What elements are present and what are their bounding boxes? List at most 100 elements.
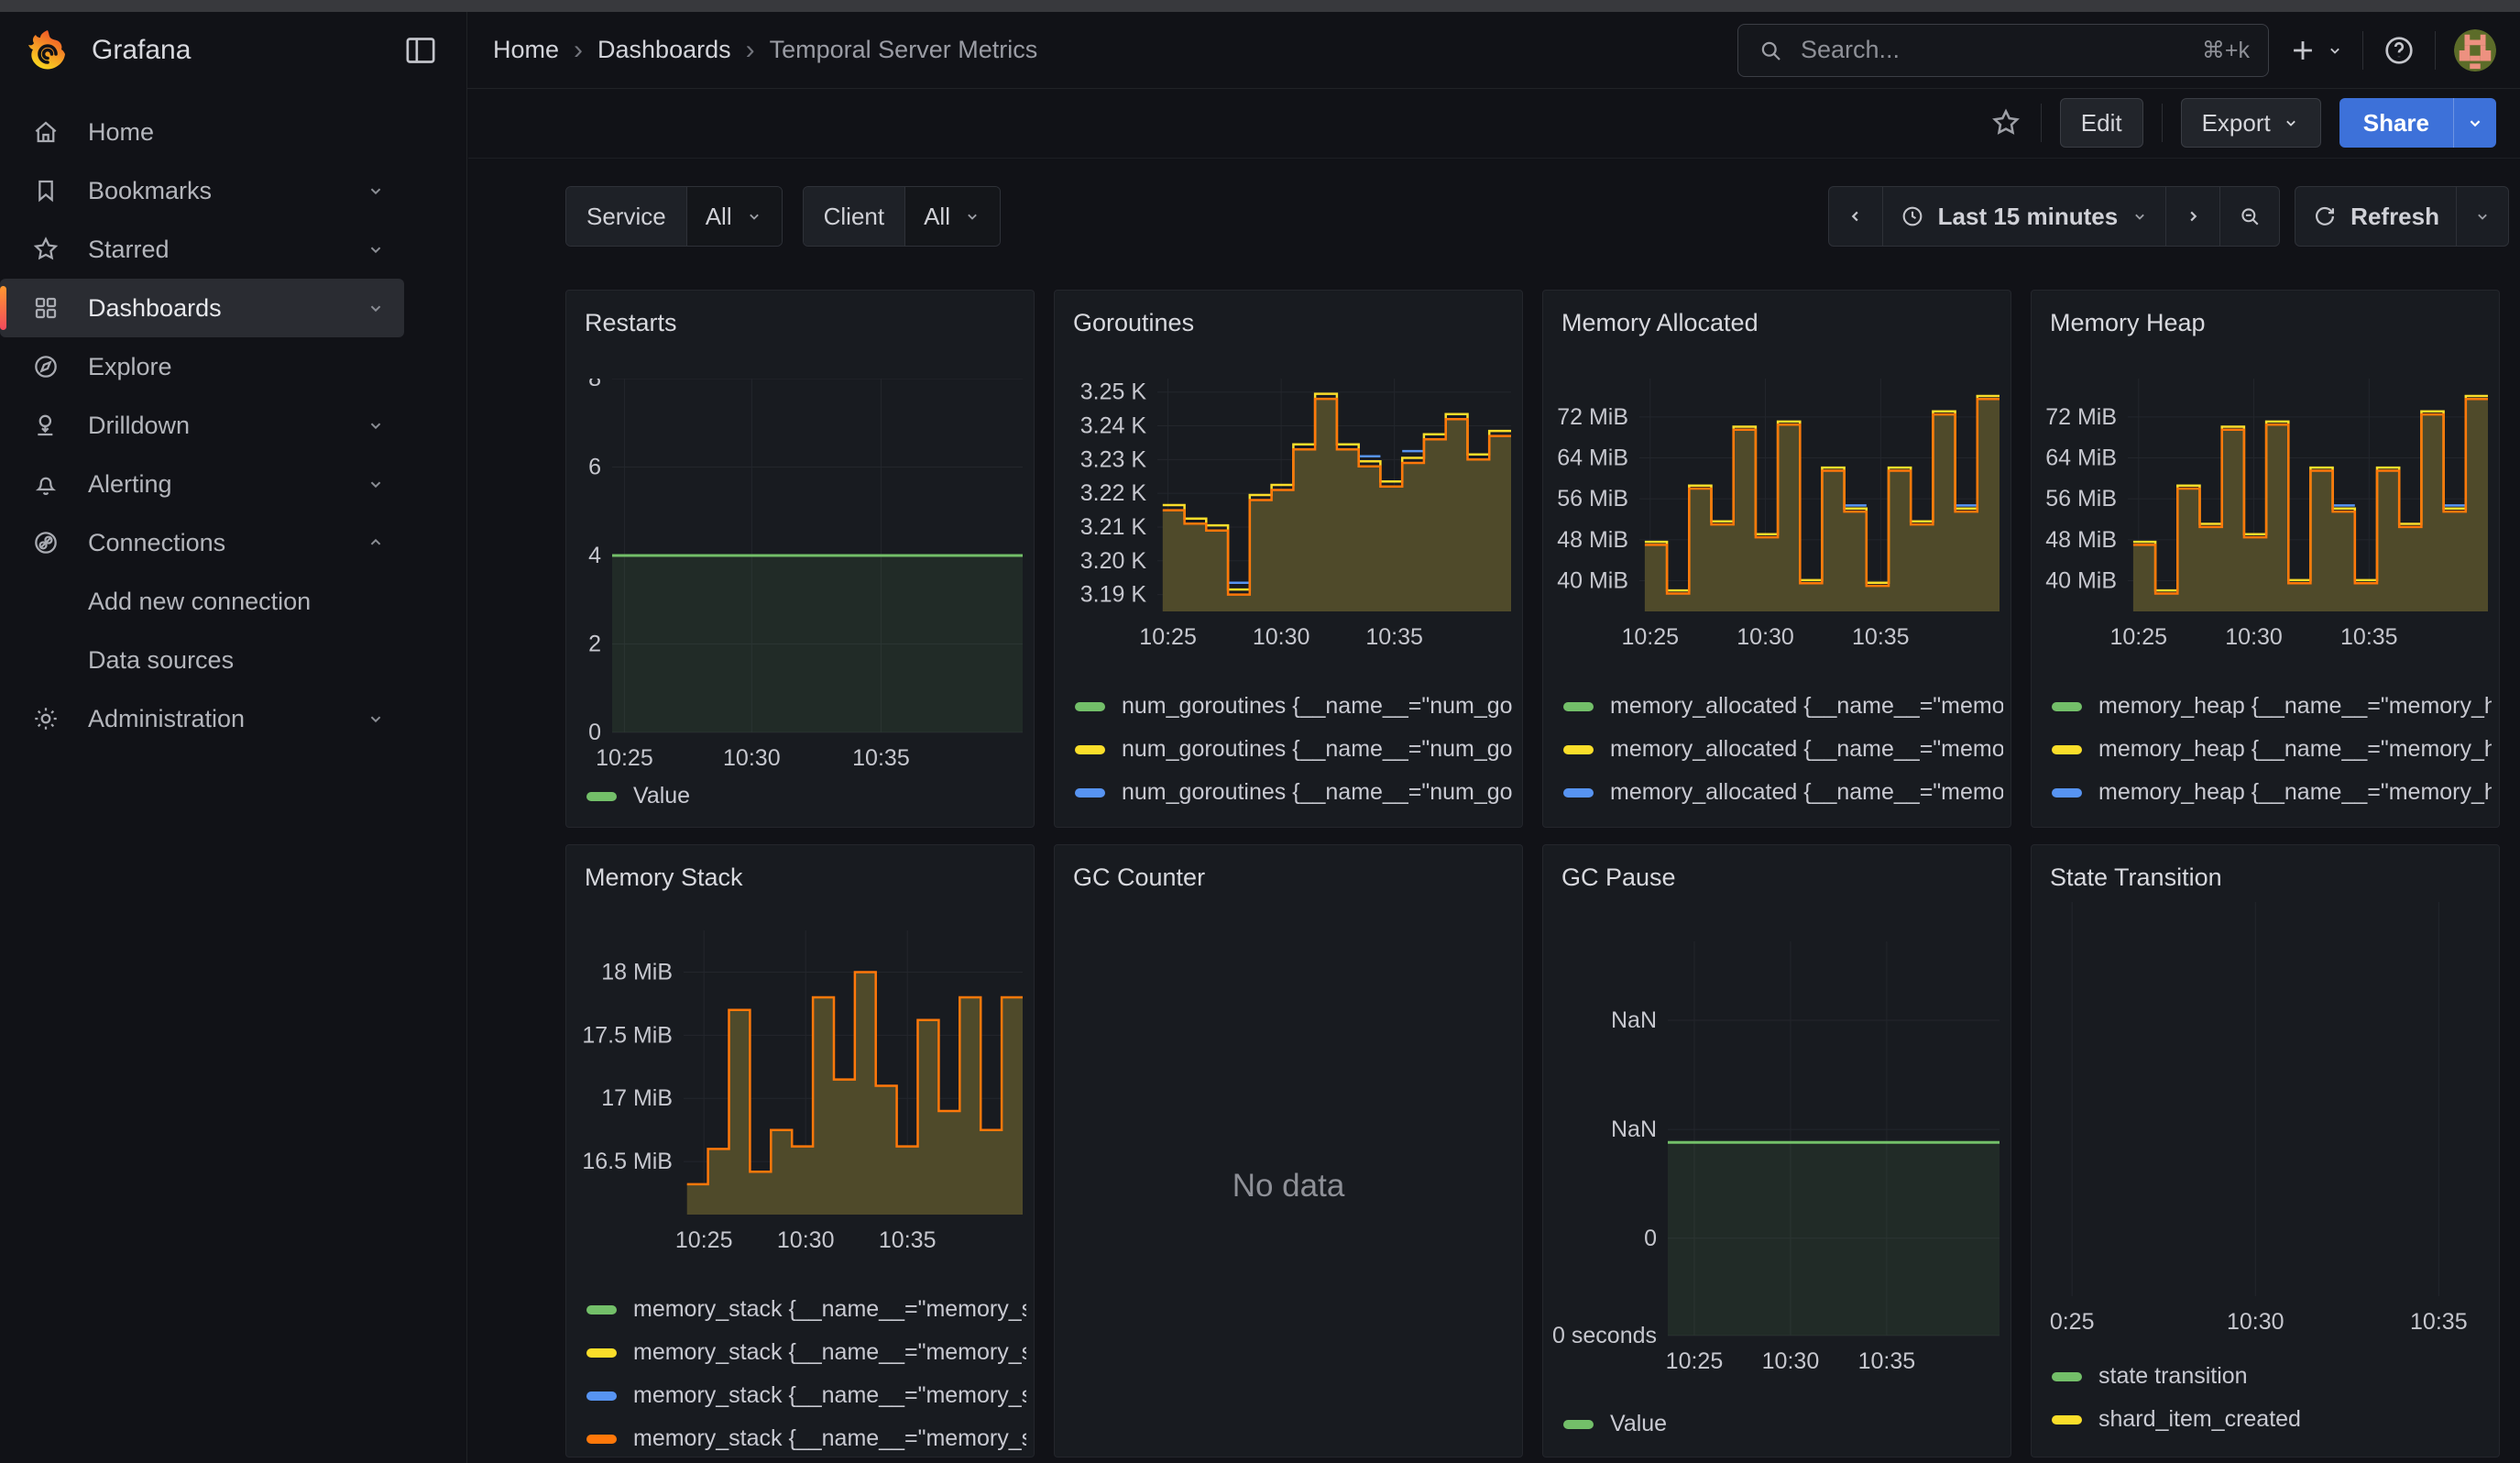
breadcrumb-separator: ›	[746, 35, 755, 66]
svg-text:10:30: 10:30	[2227, 1309, 2284, 1335]
dock-sidebar-icon[interactable]	[402, 32, 439, 69]
service-variable-value[interactable]: All	[686, 187, 782, 246]
sidebar-item-data-sources[interactable]: Data sources	[0, 631, 404, 689]
legend-item[interactable]: memory_heap {__name__="memory_h	[2052, 685, 2492, 728]
series-color-pill	[2052, 702, 2082, 711]
legend-item[interactable]: memory_stack {__name__="memory_s	[586, 1331, 1026, 1374]
series-color-pill	[586, 1392, 617, 1401]
sidebar-item-label: Data sources	[88, 646, 234, 675]
sidebar-item-bookmarks[interactable]: Bookmarks	[0, 161, 404, 220]
series-color-pill	[1075, 745, 1105, 754]
svg-text:8: 8	[588, 379, 601, 391]
apps-grid-icon	[29, 293, 62, 323]
avatar[interactable]	[2454, 29, 2496, 72]
sidebar-item-label: Add new connection	[88, 588, 311, 616]
panel-title[interactable]: GC Counter	[1073, 864, 1205, 892]
client-variable-value[interactable]: All	[904, 187, 1000, 246]
svg-text:10:30: 10:30	[777, 1227, 835, 1253]
service-variable: Service All	[565, 186, 783, 247]
panel-title[interactable]: GC Pause	[1561, 864, 1676, 892]
sidebar-item-home[interactable]: Home	[0, 103, 404, 161]
panel-memory-stack: Memory Stack 18 MiB17.5 MiB17 MiB16.5 Mi…	[565, 844, 1035, 1458]
sidebar-item-label: Connections	[88, 529, 225, 557]
svg-text:0 seconds: 0 seconds	[1552, 1323, 1657, 1348]
breadcrumb-home[interactable]: Home	[493, 36, 559, 64]
refresh-button[interactable]: Refresh	[2295, 187, 2456, 246]
sidebar-item-add-new-connection[interactable]: Add new connection	[0, 572, 404, 631]
time-shift-back-button[interactable]	[1829, 187, 1882, 246]
home-icon	[29, 117, 62, 147]
memory-heap-chart: 72 MiB64 MiB56 MiB48 MiB40 MiB10:2510:30…	[2032, 379, 2501, 654]
search-box[interactable]: ⌘+k	[1737, 24, 2269, 77]
legend-label: num_goroutines {__name__="num_go	[1122, 736, 1513, 763]
favorite-star-icon[interactable]	[1989, 106, 2022, 139]
panel-gc-counter: GC Counter No data	[1054, 844, 1523, 1458]
legend-label: memory_allocated {__name__="memo	[1610, 779, 2003, 806]
legend-item[interactable]: memory_stack {__name__="memory_s	[586, 1374, 1026, 1417]
refresh-label: Refresh	[2350, 203, 2439, 231]
sidebar-item-dashboards[interactable]: Dashboards	[0, 279, 404, 337]
search-shortcut: ⌘+k	[2202, 37, 2250, 64]
legend-item[interactable]: memory_heap {__name__="memory_h	[2052, 728, 2492, 771]
legend-item[interactable]: memory_stack {__name__="memory_s	[586, 1288, 1026, 1331]
sidebar-item-alerting[interactable]: Alerting	[0, 455, 404, 513]
svg-text:10:30: 10:30	[1762, 1348, 1820, 1374]
svg-text:10:35: 10:35	[852, 745, 910, 771]
search-input[interactable]	[1799, 35, 2187, 65]
svg-text:10:25: 10:25	[675, 1227, 733, 1253]
grafana-logo-icon[interactable]	[26, 28, 70, 72]
legend-item[interactable]: memory_heap {__name__="memory_h	[2052, 814, 2492, 824]
panel-title[interactable]: State Transition	[2050, 864, 2222, 892]
legend-item[interactable]: shard_item_created	[2052, 1398, 2492, 1441]
restarts-legend: Value	[586, 775, 1026, 818]
panel-title[interactable]: Memory Allocated	[1561, 309, 1759, 337]
refresh-interval-button[interactable]	[2456, 187, 2508, 246]
brand-title: Grafana	[92, 35, 191, 66]
panel-title[interactable]: Goroutines	[1073, 309, 1194, 337]
legend-item[interactable]: memory_allocated {__name__="memo	[1563, 771, 2003, 814]
time-shift-forward-button[interactable]	[2165, 187, 2219, 246]
help-icon[interactable]	[2382, 33, 2416, 68]
legend-label: memory_heap {__name__="memory_h	[2098, 693, 2492, 720]
panel-title[interactable]: Memory Heap	[2050, 309, 2206, 337]
legend-item[interactable]: memory_stack {__name__="memory_s	[586, 1417, 1026, 1460]
legend-label: memory_stack {__name__="memory_s	[633, 1382, 1026, 1409]
client-variable-label: Client	[804, 187, 904, 246]
legend-item[interactable]: memory_heap {__name__="memory_h	[2052, 771, 2492, 814]
share-menu-button[interactable]	[2453, 98, 2496, 148]
legend-item[interactable]: Value	[586, 775, 1026, 818]
sidebar-item-starred[interactable]: Starred	[0, 220, 404, 279]
legend-item[interactable]: memory_allocated {__name__="memo	[1563, 685, 2003, 728]
export-button[interactable]: Export	[2181, 98, 2321, 148]
legend-item[interactable]: num_goroutines {__name__="num_go	[1075, 728, 1515, 771]
legend-item[interactable]: num_goroutines {__name__="num_go	[1075, 771, 1515, 814]
zoom-out-icon[interactable]	[2219, 187, 2279, 246]
time-range-picker[interactable]: Last 15 minutes	[1882, 187, 2166, 246]
breadcrumb-dashboards[interactable]: Dashboards	[597, 36, 731, 64]
drilldown-icon	[29, 411, 62, 440]
svg-text:10:35: 10:35	[879, 1227, 937, 1253]
sidebar-item-connections[interactable]: Connections	[0, 513, 404, 572]
legend-item[interactable]: num_goroutines {__name__="num_go	[1075, 685, 1515, 728]
svg-text:0: 0	[588, 720, 601, 745]
sidebar-item-administration[interactable]: Administration	[0, 689, 404, 748]
svg-text:10:30: 10:30	[1737, 624, 1794, 650]
legend-item[interactable]: memory_allocated {__name__="memo	[1563, 814, 2003, 824]
sidebar-item-explore[interactable]: Explore	[0, 337, 404, 396]
share-button[interactable]: Share	[2339, 98, 2453, 148]
svg-text:3.21 K: 3.21 K	[1080, 514, 1147, 540]
bookmark-icon	[29, 176, 62, 205]
legend-item[interactable]: Value	[1563, 1402, 2003, 1446]
panel-title[interactable]: Memory Stack	[585, 864, 743, 892]
legend-item[interactable]: state transition	[2052, 1355, 2492, 1398]
svg-text:0: 0	[1644, 1226, 1657, 1251]
svg-text:0:25: 0:25	[2050, 1309, 2095, 1335]
edit-button[interactable]: Edit	[2060, 98, 2143, 148]
legend-item[interactable]: memory_allocated {__name__="memo	[1563, 728, 2003, 771]
add-button[interactable]	[2287, 35, 2344, 66]
bell-icon	[29, 469, 62, 499]
sidebar-item-drilldown[interactable]: Drilldown	[0, 396, 404, 455]
panel-title[interactable]: Restarts	[585, 309, 677, 337]
legend-item[interactable]: num_goroutines {__name__="num_go	[1075, 814, 1515, 824]
svg-text:10:25: 10:25	[1139, 624, 1197, 650]
